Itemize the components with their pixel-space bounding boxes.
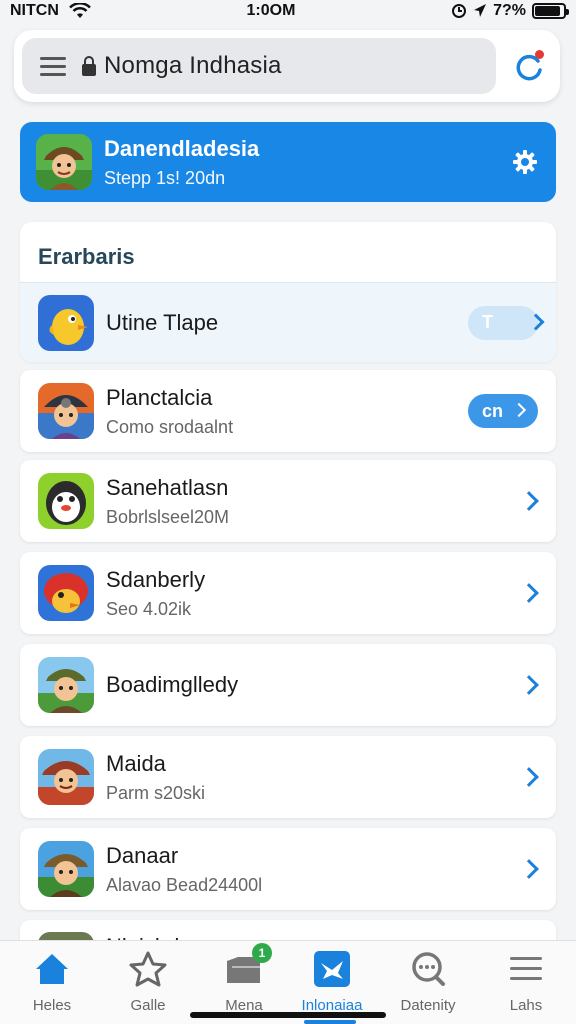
notification-dot: [535, 50, 544, 59]
carrier-label: NITCN: [10, 2, 59, 19]
item-action-button[interactable]: cn: [468, 394, 538, 428]
folder-icon: 1: [224, 943, 272, 989]
menu-lines-icon: [506, 949, 546, 989]
item-title: Danaar: [106, 842, 179, 868]
list-item[interactable]: Planctalcia Como srodaalnt cn: [20, 370, 556, 452]
home-icon: [32, 949, 72, 989]
item-title: Utine Tlape: [106, 309, 219, 335]
explorer-app-icon: [38, 383, 94, 439]
lock-icon: [82, 56, 96, 76]
url-text[interactable]: Nomga Indhasia: [104, 52, 282, 80]
star-icon: [128, 949, 168, 989]
list-item[interactable]: Danaar Alavao Bead24400l: [20, 828, 556, 910]
profile-banner[interactable]: Danendladesia Stepp 1s! 20dn: [20, 122, 556, 202]
profile-subtitle: Stepp 1s! 20dn: [104, 167, 226, 188]
item-title: Sdanberly: [106, 566, 206, 592]
chat-search-icon: [408, 949, 448, 989]
item-title: Planctalcia: [106, 384, 213, 410]
nav-label: Datenity: [400, 997, 456, 1014]
chevron-right-icon[interactable]: [519, 675, 539, 695]
nav-item-lahs[interactable]: Lahs: [478, 949, 574, 1019]
penguin-app-icon: [38, 473, 94, 529]
chevron-right-icon[interactable]: [519, 491, 539, 511]
active-tab-indicator: [304, 1020, 356, 1024]
nav-label: Lahs: [509, 997, 543, 1014]
hamburger-icon[interactable]: [40, 57, 66, 76]
chevron-right-icon[interactable]: [519, 859, 539, 879]
profile-avatar: [36, 134, 92, 190]
list-item[interactable]: Sdanberly Seo 4.02ik: [20, 552, 556, 634]
nav-item-datenity[interactable]: Datenity: [380, 949, 476, 1019]
item-toggle-button[interactable]: T: [468, 305, 545, 340]
section-card: Erarbaris Utine Tlape T: [20, 222, 556, 362]
reload-button[interactable]: [512, 50, 546, 84]
chevron-right-icon: [527, 313, 545, 330]
twitter-bird-icon: [312, 949, 352, 989]
notification-badge: 1: [252, 943, 272, 963]
browser-toolbar: Nomga Indhasia: [14, 30, 560, 102]
status-bar: NITCN 1:0OM 7?%: [0, 0, 576, 22]
red-bird-app-icon: [38, 565, 94, 621]
nav-item-home[interactable]: Heles: [4, 949, 100, 1019]
list-item[interactable]: Utine Tlape T: [20, 282, 556, 362]
list-item[interactable]: Boadimglledy: [20, 644, 556, 726]
cowboy-app-icon: [38, 749, 94, 805]
ranger-app-icon: [38, 841, 94, 897]
address-bar[interactable]: Nomga Indhasia: [22, 38, 496, 94]
pill-label: T: [482, 312, 493, 332]
item-subtitle: Parm s20ski: [106, 782, 206, 803]
pill-label: cn: [482, 400, 504, 421]
location-icon: [474, 4, 487, 17]
wifi-icon: [68, 3, 91, 18]
settings-button[interactable]: [512, 149, 538, 175]
nav-label: Heles: [32, 997, 72, 1014]
clock-time: 1:0OM: [246, 2, 296, 19]
chevron-right-icon[interactable]: [519, 767, 539, 787]
item-subtitle: Alavao Bead24400l: [106, 874, 263, 895]
nav-label: Galle: [130, 997, 166, 1014]
adventurer-app-icon: [38, 657, 94, 713]
item-subtitle: Bobrlslseel20M: [106, 506, 230, 527]
item-subtitle: Como srodaalnt: [106, 416, 234, 437]
item-title: Boadimglledy: [106, 672, 239, 697]
item-title: Sanehatlasn: [106, 474, 229, 500]
battery-icon: [531, 3, 569, 19]
gear-icon: [513, 150, 537, 174]
nav-item-inlonaiaa[interactable]: Inlonaiaa: [284, 949, 380, 1019]
alarm-icon: [452, 4, 467, 18]
nav-item-galle[interactable]: Galle: [100, 949, 196, 1019]
chevron-right-icon: [511, 402, 527, 418]
yellow-bird-app-icon: [38, 294, 94, 351]
item-title: Maida: [106, 750, 166, 776]
item-subtitle: Seo 4.02ik: [106, 598, 192, 619]
home-indicator[interactable]: [190, 1012, 386, 1018]
list-item[interactable]: Sanehatlasn Bobrlslseel20M: [20, 460, 556, 542]
chevron-right-icon[interactable]: [519, 583, 539, 603]
section-title: Erarbaris: [38, 244, 135, 269]
list-item[interactable]: Maida Parm s20ski: [20, 736, 556, 818]
profile-name: Danendladesia: [104, 135, 260, 161]
nav-item-mena[interactable]: 1 Mena: [196, 943, 292, 1019]
battery-percent: 7?%: [493, 2, 526, 19]
